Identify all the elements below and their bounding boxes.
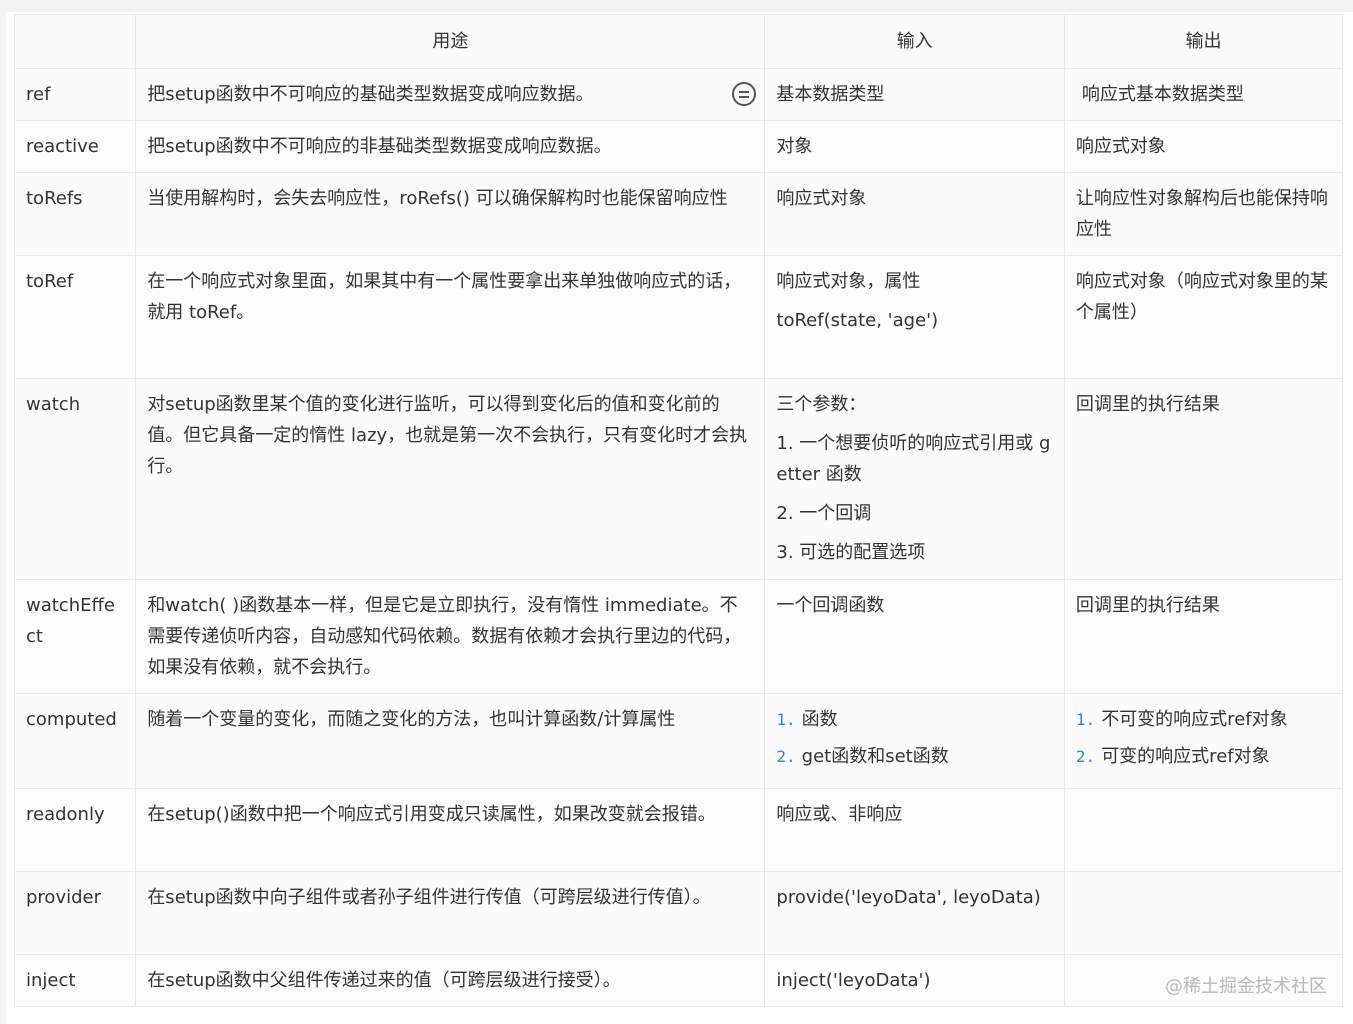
api-input: 对象 [764, 120, 1065, 173]
input-text: 响应式对象，属性 [776, 271, 921, 292]
input-text: 基本数据类型 [776, 84, 885, 105]
api-input: 基本数据类型 [764, 68, 1065, 121]
header-input: 输入 [764, 14, 1065, 69]
api-output: 响应式基本数据类型 [1063, 68, 1344, 121]
table-row: watch 对setup函数里某个值的变化进行监听，可以得到变化后的值和变化前的… [13, 378, 1344, 580]
api-use-text: 把setup函数中不可响应的基础类型数据变成响应数据。 [147, 84, 594, 105]
list-text: 函数 [801, 709, 838, 730]
top-strip [0, 0, 1353, 12]
api-use: 在setup函数中父组件传递过来的值（可跨层级进行接受）。 [135, 954, 766, 1007]
list-number: 2. [776, 747, 796, 766]
list-text: get函数和set函数 [801, 746, 949, 767]
table-row: ref 把setup函数中不可响应的基础类型数据变成响应数据。 基本数据类型 响… [13, 68, 1344, 121]
table-row: inject 在setup函数中父组件传递过来的值（可跨层级进行接受）。 inj… [13, 954, 1344, 1007]
input-text: 3. 可选的配置选项 [776, 542, 926, 563]
api-name: inject [13, 954, 137, 1007]
input-text: 2. 一个回调 [776, 503, 872, 524]
api-output: 1. 不可变的响应式ref对象 2. 可变的响应式ref对象 [1063, 693, 1344, 789]
table-row: toRefs 当使用解构时，会失去响应性，roRefs() 可以确保解构时也能保… [13, 172, 1344, 256]
table-row: readonly 在setup()函数中把一个响应式引用变成只读属性，如果改变就… [13, 788, 1344, 872]
api-input: 三个参数： 1. 一个想要侦听的响应式引用或 getter 函数 2. 一个回调… [764, 378, 1065, 580]
api-output: 让响应性对象解构后也能保持响应性 [1063, 172, 1344, 256]
api-use: 在setup函数中向子组件或者孙子组件进行传值（可跨层级进行传值）。 [135, 871, 766, 955]
header-output: 输出 [1063, 14, 1344, 69]
api-input: 一个回调函数 [764, 579, 1065, 694]
input-list-item: 2. get函数和set函数 [776, 741, 1053, 772]
api-use: 随着一个变量的变化，而随之变化的方法，也叫计算函数/计算属性 [135, 693, 766, 789]
input-text: 响应式对象 [776, 188, 867, 209]
watermark: @稀土掘金技术社区 [1165, 976, 1327, 997]
api-use: 把setup函数中不可响应的基础类型数据变成响应数据。 [135, 68, 766, 121]
api-name: computed [13, 693, 137, 789]
input-text: 对象 [776, 136, 813, 157]
api-output: 回调里的执行结果 [1063, 378, 1344, 580]
api-use: 对setup函数里某个值的变化进行监听，可以得到变化后的值和变化前的值。但它具备… [135, 378, 766, 580]
output-text: 响应式基本数据类型 [1081, 84, 1244, 105]
output-list-item: 1. 不可变的响应式ref对象 [1076, 704, 1331, 735]
output-text: 响应式对象（响应式对象里的某个属性） [1075, 271, 1328, 323]
output-text: 回调里的执行结果 [1075, 595, 1220, 616]
output-list-item: 2. 可变的响应式ref对象 [1076, 741, 1331, 772]
output-text: 回调里的执行结果 [1075, 394, 1220, 415]
table-row: provider 在setup函数中向子组件或者孙子组件进行传值（可跨层级进行传… [13, 871, 1344, 955]
left-strip [0, 0, 6, 1024]
api-use: 和watch( )函数基本一样，但是它是立即执行，没有惰性 immediate。… [135, 579, 766, 694]
header-api [13, 14, 137, 69]
api-output: 响应式对象（响应式对象里的某个属性） [1063, 255, 1344, 379]
api-name: watchEffect [13, 579, 137, 694]
list-text: 不可变的响应式ref对象 [1101, 709, 1288, 730]
table-row: toRef 在一个响应式对象里面，如果其中有一个属性要拿出来单独做响应式的话，就… [13, 255, 1344, 379]
api-name: readonly [13, 788, 137, 872]
api-use: 在setup()函数中把一个响应式引用变成只读属性，如果改变就会报错。 [135, 788, 766, 872]
api-output [1063, 788, 1344, 872]
list-number: 1. [1075, 710, 1096, 729]
api-name: toRefs [13, 172, 137, 256]
api-output [1063, 871, 1344, 955]
table-row: computed 随着一个变量的变化，而随之变化的方法，也叫计算函数/计算属性 … [13, 693, 1344, 789]
api-input: provide('leyoData', leyoData) [764, 871, 1065, 955]
api-name: provider [13, 871, 137, 955]
vue-composition-api-table: 用途 输入 输出 ref 把setup函数中不可响应的基础类型数据变成响应数据。… [13, 14, 1344, 1007]
api-use: 把setup函数中不可响应的非基础类型数据变成响应数据。 [135, 120, 766, 173]
api-use: 当使用解构时，会失去响应性，roRefs() 可以确保解构时也能保留响应性 [135, 172, 766, 256]
menu-circle-icon[interactable] [732, 82, 757, 106]
api-output: 回调里的执行结果 [1063, 579, 1344, 694]
api-output: 响应式对象 [1063, 120, 1344, 173]
table-row: reactive 把setup函数中不可响应的非基础类型数据变成响应数据。 对象… [13, 120, 1344, 173]
input-text: toRef(state, 'age') [776, 310, 939, 331]
input-text: 响应或、非响应 [776, 804, 903, 825]
api-name: reactive [13, 120, 137, 173]
api-input: 响应或、非响应 [764, 788, 1065, 872]
api-name: toRef [13, 255, 137, 379]
api-input: inject('leyoData') [764, 954, 1065, 1007]
list-number: 1. [776, 710, 796, 729]
input-list-item: 1. 函数 [776, 704, 1053, 735]
header-row: 用途 输入 输出 [13, 14, 1344, 69]
input-text: 一个回调函数 [776, 595, 885, 616]
input-text: inject('leyoData') [776, 970, 931, 991]
api-name: watch [13, 378, 137, 580]
table-header: 用途 输入 输出 [13, 14, 1344, 69]
table-row: watchEffect 和watch( )函数基本一样，但是它是立即执行，没有惰… [13, 579, 1344, 694]
header-use: 用途 [135, 14, 766, 69]
api-input: 1. 函数 2. get函数和set函数 [764, 693, 1065, 789]
output-text: 让响应性对象解构后也能保持响应性 [1075, 188, 1328, 240]
input-text: 1. 一个想要侦听的响应式引用或 getter 函数 [776, 433, 1051, 485]
output-text: 响应式对象 [1075, 136, 1166, 157]
api-use: 在一个响应式对象里面，如果其中有一个属性要拿出来单独做响应式的话，就用 toRe… [135, 255, 766, 379]
api-input: 响应式对象，属性 toRef(state, 'age') [764, 255, 1065, 379]
list-text: 可变的响应式ref对象 [1101, 746, 1270, 767]
api-input: 响应式对象 [764, 172, 1065, 256]
api-name: ref [13, 68, 137, 121]
input-text: 三个参数： [776, 394, 867, 415]
input-text: provide('leyoData', leyoData) [776, 887, 1041, 908]
list-number: 2. [1075, 747, 1096, 766]
table-body: ref 把setup函数中不可响应的基础类型数据变成响应数据。 基本数据类型 响… [13, 68, 1344, 1007]
